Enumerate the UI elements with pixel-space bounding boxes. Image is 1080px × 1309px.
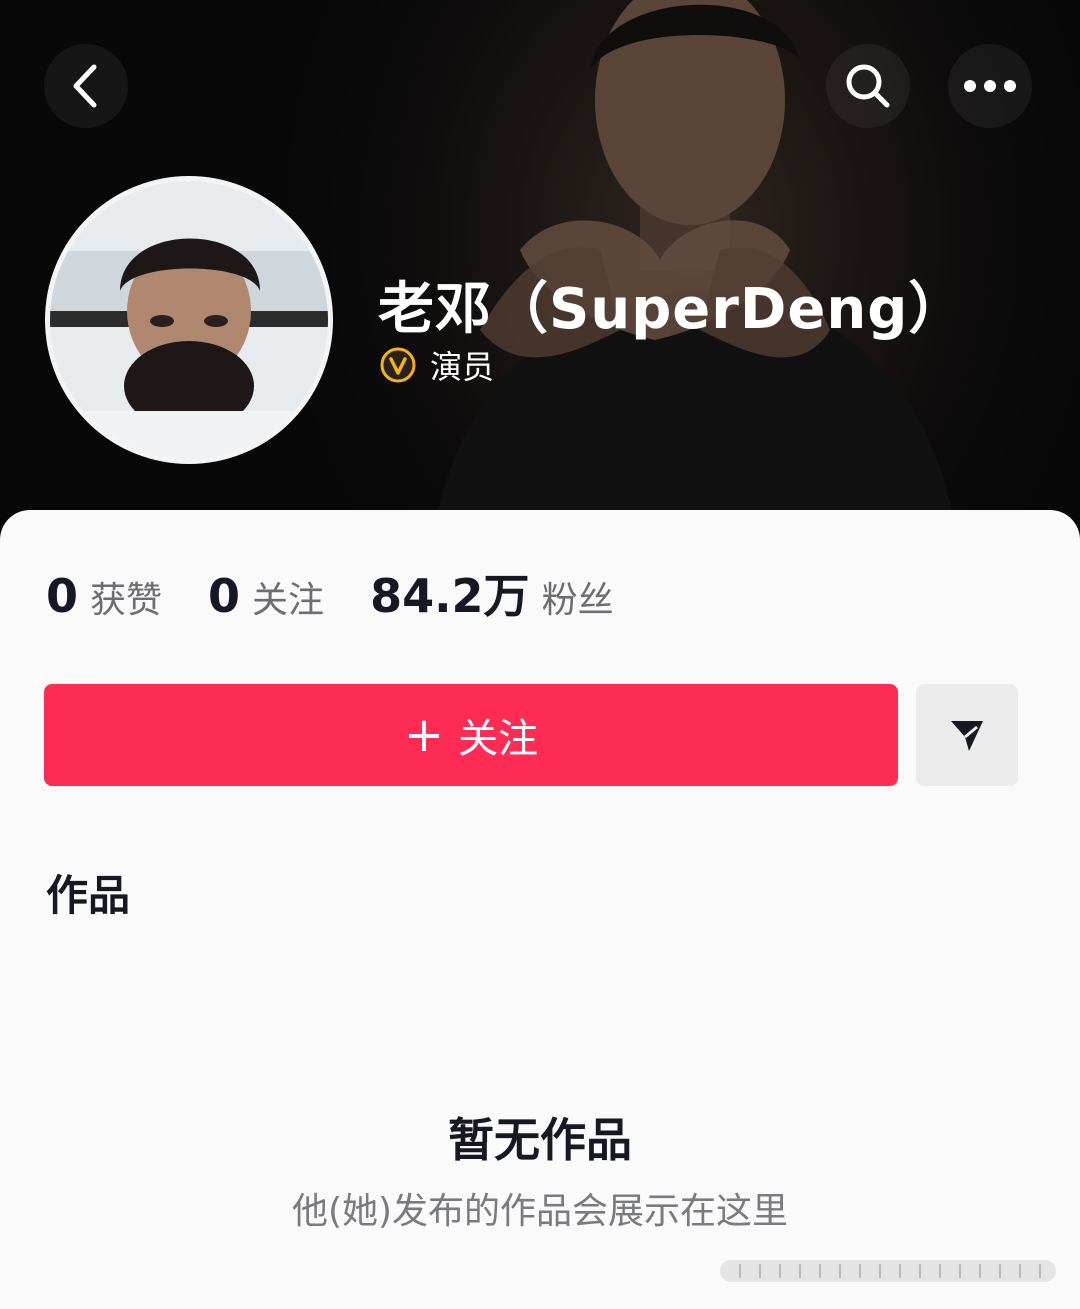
plus-icon: + bbox=[403, 707, 445, 763]
stat-following-value: 0 bbox=[208, 569, 241, 623]
empty-state-subtitle: 他(她)发布的作品会展示在这里 bbox=[291, 1191, 789, 1232]
back-arrow-icon bbox=[73, 64, 97, 108]
stat-following-label: 关注 bbox=[252, 580, 325, 621]
stat-likes-value: 0 bbox=[46, 569, 79, 623]
verification-row: 演员 bbox=[380, 342, 494, 388]
profile-cover: 老邓（SuperDeng） 演员 bbox=[0, 0, 1080, 560]
follow-button[interactable]: + 关注 bbox=[44, 684, 898, 786]
profile-card: 0 获赞 0 关注 84.2万 粉丝 + 关注 作品 暂无作品 他(她)发布的作… bbox=[0, 510, 1080, 1309]
stat-followers-value: 84.2万 bbox=[370, 569, 530, 623]
avatar-image bbox=[50, 181, 328, 459]
profile-name: 老邓（SuperDeng） bbox=[378, 277, 966, 342]
stat-likes-label: 获赞 bbox=[90, 580, 163, 621]
empty-state-title: 暂无作品 bbox=[448, 1113, 632, 1167]
stat-likes[interactable]: 0 获赞 bbox=[46, 569, 162, 623]
share-send-icon bbox=[951, 721, 983, 751]
tab-works[interactable]: 作品 bbox=[46, 862, 130, 923]
stat-followers[interactable]: 84.2万 粉丝 bbox=[370, 560, 614, 626]
stats-row: 0 获赞 0 关注 84.2万 粉丝 bbox=[46, 560, 614, 626]
stat-followers-label: 粉丝 bbox=[541, 580, 614, 621]
search-button[interactable] bbox=[826, 44, 910, 128]
back-button[interactable] bbox=[44, 44, 128, 128]
stat-following[interactable]: 0 关注 bbox=[208, 569, 324, 623]
share-button[interactable] bbox=[916, 684, 1018, 786]
follow-button-label: 关注 bbox=[458, 716, 539, 762]
search-icon bbox=[846, 64, 890, 108]
more-icon bbox=[964, 80, 1016, 92]
avatar[interactable] bbox=[45, 176, 333, 464]
verified-badge-icon bbox=[380, 347, 416, 383]
more-button[interactable] bbox=[948, 44, 1032, 128]
watermark-stripes bbox=[720, 1260, 1056, 1282]
verified-title: 演员 bbox=[430, 348, 495, 386]
